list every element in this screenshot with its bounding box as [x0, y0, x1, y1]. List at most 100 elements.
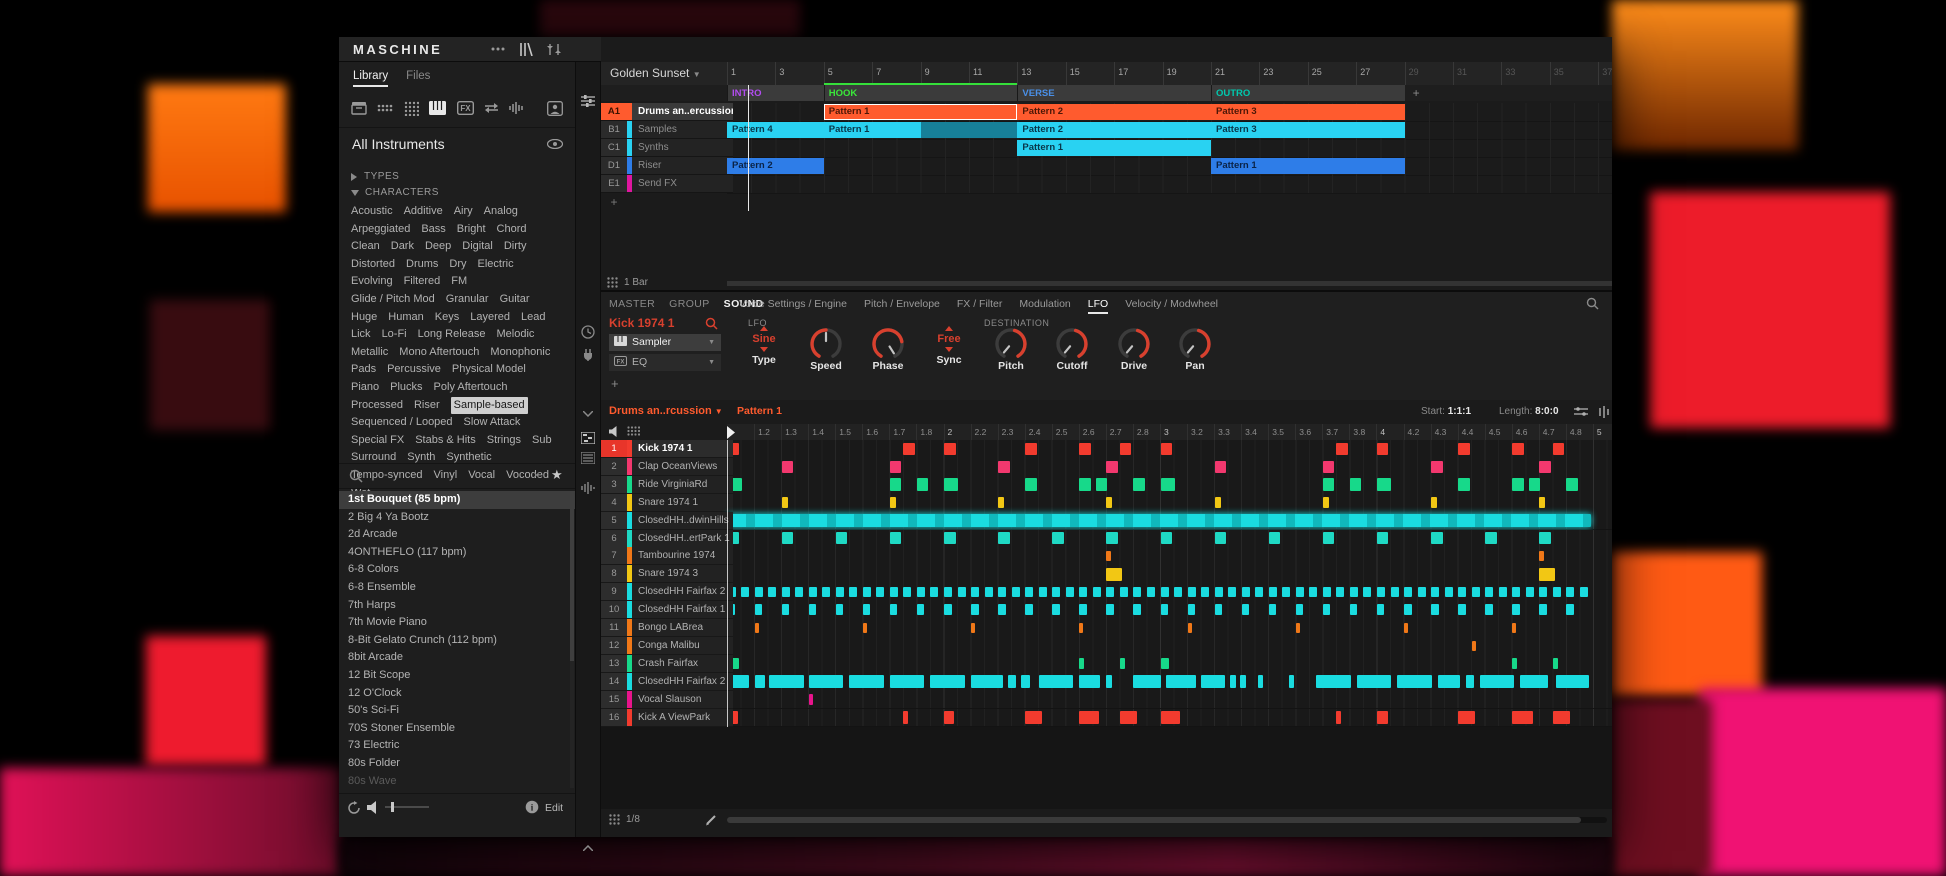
- note[interactable]: [1377, 478, 1391, 491]
- note[interactable]: [890, 675, 925, 688]
- note[interactable]: [1079, 711, 1099, 724]
- note[interactable]: [1039, 587, 1047, 597]
- note[interactable]: [1215, 587, 1223, 597]
- note[interactable]: [998, 532, 1010, 544]
- note[interactable]: [1161, 711, 1181, 724]
- note[interactable]: [782, 532, 794, 544]
- note[interactable]: [1079, 675, 1100, 688]
- knob-graphic[interactable]: [1114, 324, 1154, 364]
- note[interactable]: [971, 623, 975, 633]
- pad-number[interactable]: 1: [601, 440, 627, 458]
- prehear-volume-slider[interactable]: [385, 806, 429, 808]
- note[interactable]: [1201, 587, 1209, 597]
- page-tab-voice-settings-engine[interactable]: Voice Settings / Engine: [739, 298, 847, 314]
- pattern-start-value[interactable]: 1:1:1: [1448, 406, 1471, 417]
- note[interactable]: [917, 604, 925, 615]
- note[interactable]: [1133, 587, 1141, 597]
- selector-sync[interactable]: FreeSync: [917, 324, 981, 366]
- pattern-clip[interactable]: Pattern 2: [727, 158, 824, 174]
- track-lane[interactable]: [727, 175, 1612, 194]
- tag-drums[interactable]: Drums: [406, 256, 438, 274]
- note[interactable]: [1188, 587, 1196, 597]
- tag-distorted[interactable]: Distorted: [351, 256, 395, 274]
- tag-dry[interactable]: Dry: [449, 256, 466, 274]
- note[interactable]: [930, 587, 938, 597]
- note-lane[interactable]: [727, 530, 1612, 549]
- note[interactable]: [1166, 675, 1197, 688]
- note[interactable]: [1258, 675, 1263, 688]
- mix-view-icon[interactable]: [543, 40, 565, 58]
- sound-name[interactable]: Ride VirginiaRd: [632, 476, 733, 494]
- pad-number[interactable]: 14: [601, 673, 627, 691]
- note[interactable]: [1079, 604, 1087, 615]
- note[interactable]: [1539, 604, 1547, 615]
- note[interactable]: [863, 623, 867, 633]
- tag-evolving[interactable]: Evolving: [351, 273, 393, 291]
- pattern-clip[interactable]: Pattern 2: [1017, 104, 1211, 120]
- projects-icon[interactable]: [349, 98, 369, 118]
- note[interactable]: [1539, 497, 1545, 508]
- tag-sample-based[interactable]: Sample-based: [451, 397, 528, 415]
- note[interactable]: [1512, 587, 1520, 597]
- pad-number[interactable]: 3: [601, 476, 627, 494]
- pad-number[interactable]: 9: [601, 583, 627, 601]
- oneshots-icon[interactable]: [507, 98, 527, 118]
- note[interactable]: [1512, 658, 1517, 669]
- pattern-audition-icon[interactable]: [609, 426, 619, 437]
- list-item[interactable]: 73 Electric: [339, 737, 575, 755]
- track-name[interactable]: Send FX: [632, 175, 733, 193]
- note[interactable]: [809, 694, 814, 705]
- note[interactable]: [1289, 675, 1294, 688]
- note[interactable]: [1539, 568, 1555, 581]
- note-lane[interactable]: [727, 637, 1612, 656]
- note[interactable]: [863, 587, 871, 597]
- note[interactable]: [1133, 478, 1145, 491]
- section-label-verse[interactable]: VERSE: [1022, 88, 1054, 99]
- tag-airy[interactable]: Airy: [454, 203, 473, 221]
- note[interactable]: [836, 587, 844, 597]
- track-name[interactable]: Riser: [632, 157, 733, 175]
- note[interactable]: [1106, 532, 1118, 544]
- note[interactable]: [1106, 461, 1118, 473]
- note[interactable]: [1021, 675, 1030, 688]
- note[interactable]: [1539, 461, 1551, 473]
- note[interactable]: [1215, 532, 1227, 544]
- tag-layered[interactable]: Layered: [470, 309, 510, 327]
- note[interactable]: [1242, 587, 1250, 597]
- note[interactable]: [1242, 604, 1250, 615]
- note[interactable]: [917, 587, 925, 597]
- chevron-down-icon[interactable]: ▼: [708, 354, 715, 371]
- note[interactable]: [1269, 604, 1277, 615]
- knob-graphic[interactable]: [868, 324, 908, 364]
- note[interactable]: [1201, 675, 1225, 688]
- add-plugin-button[interactable]: +: [611, 376, 619, 391]
- note[interactable]: [822, 587, 830, 597]
- knob-speed[interactable]: Speed: [794, 324, 858, 372]
- step-grid-icon[interactable]: [627, 426, 640, 437]
- note[interactable]: [849, 587, 857, 597]
- note[interactable]: [998, 497, 1004, 508]
- edit-button[interactable]: Edit: [545, 802, 563, 814]
- arranger-scrollbar[interactable]: [727, 281, 1612, 286]
- browser-toggle-icon[interactable]: [515, 40, 537, 58]
- sound-name[interactable]: Bongo LABrea: [632, 619, 733, 637]
- list-item[interactable]: 2d Arcade: [339, 526, 575, 544]
- note[interactable]: [1323, 604, 1331, 615]
- note[interactable]: [1404, 623, 1408, 633]
- list-item[interactable]: 80s Folder: [339, 755, 575, 773]
- note[interactable]: [1228, 587, 1236, 597]
- tag-sequenced-looped[interactable]: Sequenced / Looped: [351, 414, 453, 432]
- pattern-clip[interactable]: Pattern 3: [1211, 122, 1405, 138]
- note[interactable]: [769, 675, 804, 688]
- note[interactable]: [1553, 587, 1561, 597]
- sound-name[interactable]: Vocal Slauson: [632, 691, 733, 709]
- note[interactable]: [944, 711, 954, 724]
- menu-ellipsis-icon[interactable]: [487, 40, 509, 58]
- step-view-icon[interactable]: [579, 450, 597, 466]
- note[interactable]: [1480, 675, 1515, 688]
- pattern-clip[interactable]: Pattern 1: [1211, 158, 1405, 174]
- note-lane[interactable]: [727, 476, 1612, 495]
- pattern-playhead-marker[interactable]: [727, 426, 736, 439]
- note[interactable]: [1539, 532, 1551, 544]
- sound-name[interactable]: Tambourine 1974: [632, 547, 733, 565]
